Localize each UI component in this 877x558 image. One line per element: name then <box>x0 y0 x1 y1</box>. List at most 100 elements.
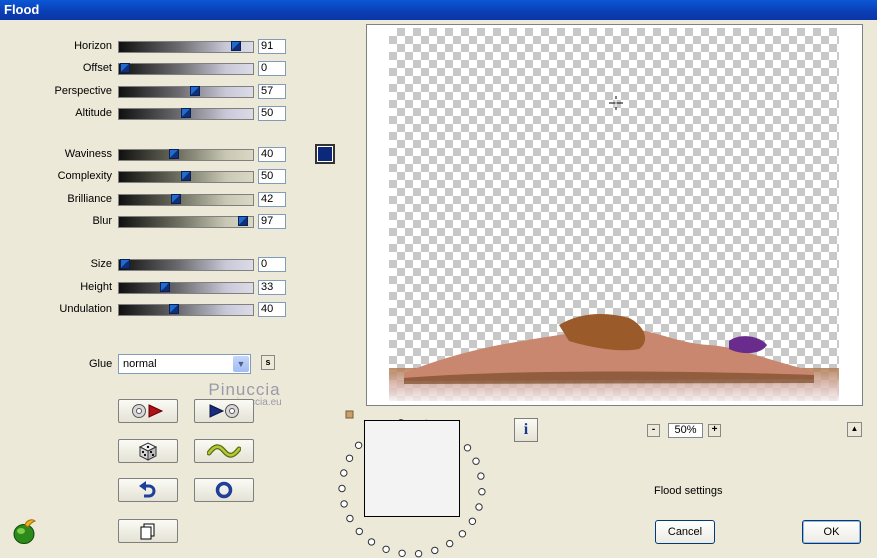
preview-canvas[interactable] <box>389 28 839 401</box>
horizon-slider-thumb[interactable] <box>231 41 242 51</box>
preset-dot[interactable] <box>345 454 354 462</box>
undo-icon <box>139 481 156 498</box>
zoom-out-button[interactable]: - <box>647 424 660 437</box>
waviness-slider-thumb[interactable] <box>168 149 179 159</box>
preset-dot[interactable] <box>468 517 477 526</box>
preview-image <box>389 313 839 401</box>
height-slider[interactable] <box>118 282 254 294</box>
preset-dot[interactable] <box>414 550 423 558</box>
slider-row-complexity: Complexity 50 <box>0 169 300 185</box>
play-reset-button[interactable] <box>194 399 254 423</box>
circle-reset-icon <box>215 481 233 499</box>
slider-row-horizon: Horizon 91 <box>0 39 300 55</box>
height-label: Height <box>80 281 112 293</box>
preset-dot[interactable] <box>340 500 348 508</box>
color-swatch[interactable] <box>315 144 335 164</box>
blur-slider-thumb[interactable] <box>238 216 249 226</box>
slider-row-size: Size 0 <box>0 257 300 273</box>
offset-slider-thumb[interactable] <box>120 63 130 73</box>
undulation-value-field[interactable]: 40 <box>258 302 286 317</box>
brilliance-value-field[interactable]: 42 <box>258 192 286 207</box>
wave-button[interactable] <box>194 439 254 463</box>
glue-select[interactable]: normal ▼ <box>118 354 251 374</box>
ok-button[interactable]: OK <box>802 520 861 544</box>
preview-pane[interactable] <box>366 24 863 406</box>
horizon-slider[interactable] <box>118 41 254 53</box>
chevron-down-icon[interactable]: ▼ <box>233 356 249 372</box>
complexity-slider-thumb[interactable] <box>181 171 191 181</box>
preset-dot[interactable] <box>355 527 363 536</box>
blur-slider[interactable] <box>118 216 254 228</box>
cancel-button[interactable]: Cancel <box>655 520 715 544</box>
complexity-slider[interactable] <box>118 171 254 183</box>
title-bar: Flood <box>0 0 877 20</box>
undulation-slider-thumb[interactable] <box>168 304 179 314</box>
dice-random-icon <box>138 442 158 461</box>
perspective-value-field[interactable]: 57 <box>258 84 286 99</box>
size-slider-thumb[interactable] <box>120 259 130 269</box>
window-title: Flood <box>4 2 40 17</box>
preset-dot[interactable] <box>458 530 467 538</box>
preset-dot[interactable] <box>354 441 363 449</box>
copy-icon <box>140 523 155 540</box>
preset-dot[interactable] <box>478 488 486 496</box>
altitude-slider-thumb[interactable] <box>181 108 191 118</box>
copy-button[interactable] <box>118 519 178 543</box>
preset-dot[interactable] <box>338 484 346 493</box>
waviness-slider[interactable] <box>118 149 254 161</box>
preset-dot[interactable] <box>463 444 472 452</box>
preset-dot[interactable] <box>398 549 406 558</box>
slider-row-blur: Blur 97 <box>0 214 300 230</box>
wave-icon <box>207 444 241 458</box>
altitude-value-field[interactable]: 50 <box>258 106 286 121</box>
undo-button[interactable] <box>118 478 178 502</box>
info-button[interactable]: i <box>514 418 538 442</box>
collapse-button[interactable]: ▲ <box>847 422 862 437</box>
slider-row-undulation: Undulation 40 <box>0 302 300 318</box>
brilliance-slider-thumb[interactable] <box>171 194 182 204</box>
offset-label: Offset <box>82 62 112 74</box>
height-value-field[interactable]: 33 <box>258 280 286 295</box>
perspective-slider[interactable] <box>118 86 254 98</box>
preset-dot[interactable] <box>431 546 439 555</box>
blur-value-field[interactable]: 97 <box>258 214 286 229</box>
preset-dot[interactable] <box>477 472 485 480</box>
play-filter-button[interactable] <box>118 399 178 423</box>
preset-dot[interactable] <box>367 538 376 546</box>
waviness-label: Waviness <box>64 148 112 160</box>
info-icon: i <box>523 421 529 438</box>
status-text: Flood settings <box>654 485 723 497</box>
dialog-client: Horizon 91 Offset 0 Perspective 57 Altitude 50 W… <box>0 20 877 558</box>
perspective-slider-thumb[interactable] <box>189 86 200 96</box>
offset-value-field[interactable]: 0 <box>258 61 286 76</box>
complexity-value-field[interactable]: 50 <box>258 169 286 184</box>
preset-dot[interactable] <box>475 503 483 511</box>
brilliance-slider[interactable] <box>118 194 254 206</box>
slider-row-height: Height 33 <box>0 280 300 296</box>
horizon-value-field[interactable]: 91 <box>258 39 286 54</box>
glue-s-button[interactable]: s <box>261 355 275 370</box>
height-slider-thumb[interactable] <box>160 282 171 292</box>
horizon-label: Horizon <box>74 40 112 52</box>
thumbnail-box[interactable] <box>364 420 460 517</box>
preset-dot[interactable] <box>446 539 454 548</box>
blur-label: Blur <box>92 215 112 227</box>
altitude-slider[interactable] <box>118 108 254 120</box>
offset-slider[interactable] <box>118 63 254 75</box>
preset-dot[interactable] <box>340 469 348 477</box>
preset-dot[interactable] <box>346 514 354 523</box>
slider-row-brilliance: Brilliance 42 <box>0 192 300 208</box>
slider-row-perspective: Perspective 57 <box>0 84 300 100</box>
preset-dot[interactable] <box>472 457 480 465</box>
altitude-label: Altitude <box>75 107 112 119</box>
random-button[interactable] <box>118 439 178 463</box>
waviness-value-field[interactable]: 40 <box>258 147 286 162</box>
glue-value: normal <box>123 358 157 370</box>
preset-dot[interactable] <box>382 545 390 554</box>
undulation-slider[interactable] <box>118 304 254 316</box>
zoom-in-button[interactable]: + <box>708 424 721 437</box>
size-slider[interactable] <box>118 259 254 271</box>
reset-button[interactable] <box>194 478 254 502</box>
play-reset-icon <box>209 404 239 418</box>
size-value-field[interactable]: 0 <box>258 257 286 272</box>
